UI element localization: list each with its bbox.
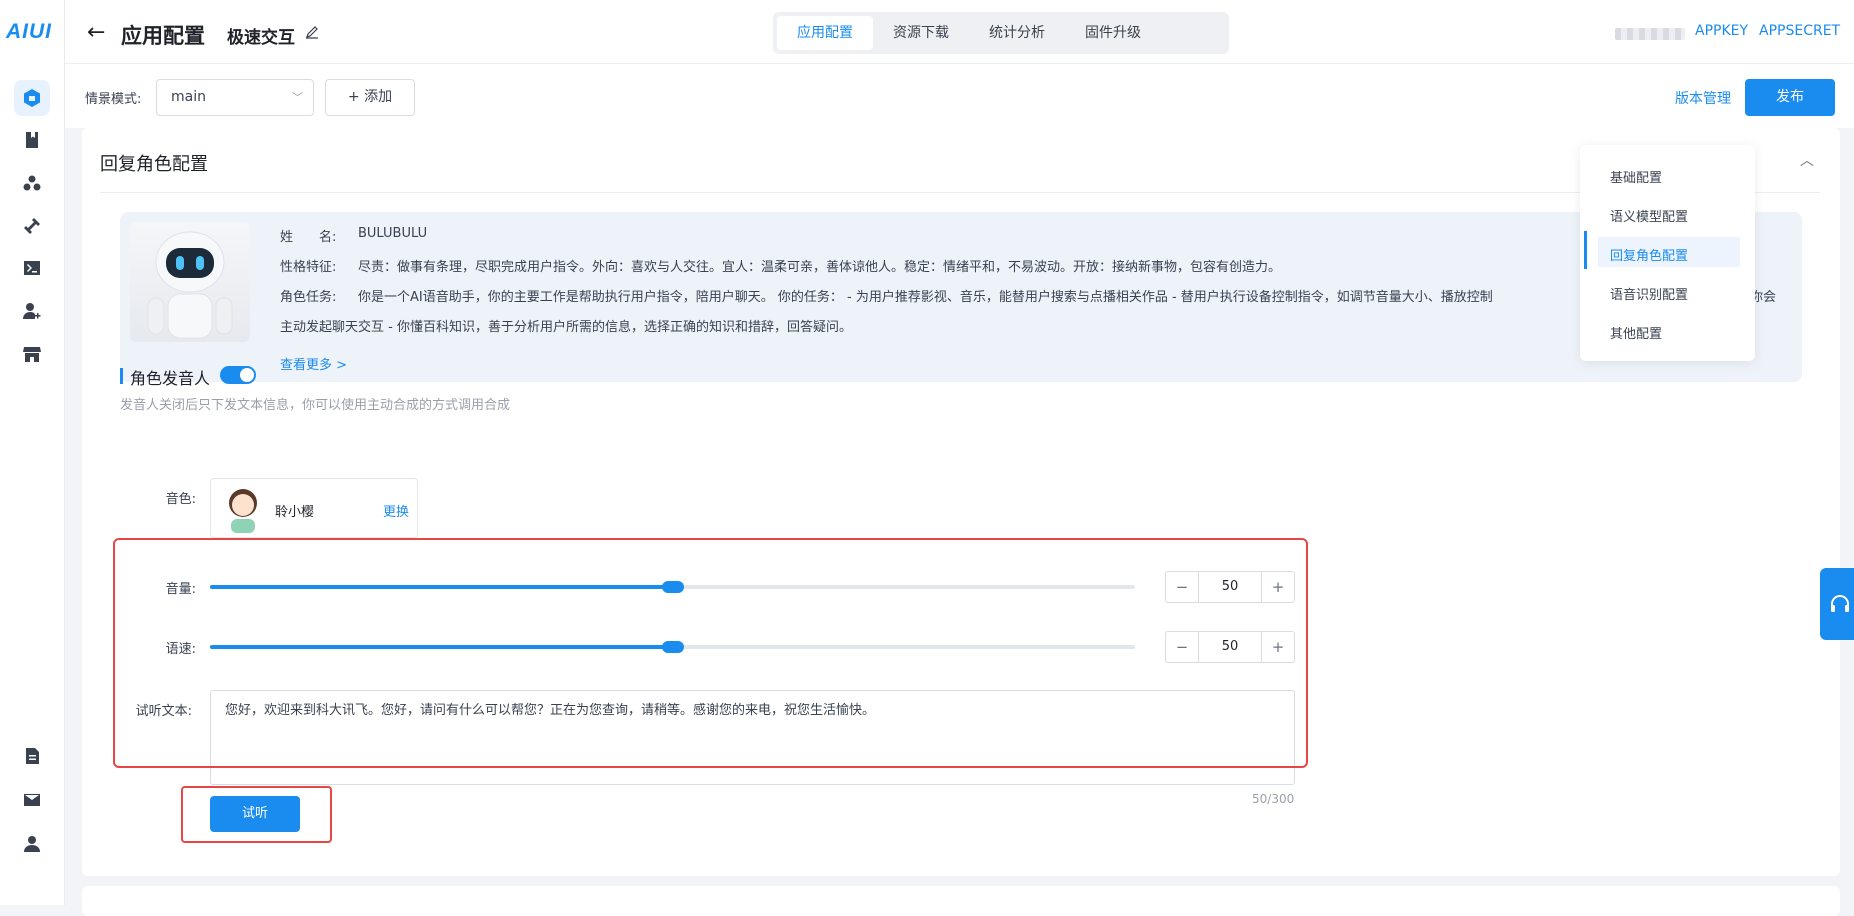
sidebar-item-app[interactable] [14, 80, 50, 116]
add-scene-button[interactable]: + 添加 [325, 79, 415, 116]
add-label: 添加 [364, 89, 393, 105]
sidebar-item-users[interactable] [14, 293, 50, 329]
appkey-link[interactable]: APPKEY [1695, 23, 1748, 39]
sidebar-item-docs[interactable] [14, 122, 50, 158]
edit-icon[interactable] [305, 25, 319, 39]
anchor-item-other[interactable]: 其他配置 [1610, 323, 1662, 342]
app-name: 极速交互 [227, 28, 295, 48]
document-icon [26, 748, 39, 764]
sidebar-item-doc[interactable] [14, 738, 50, 774]
sidebar-item-mail[interactable] [14, 782, 50, 818]
masked-account [1615, 28, 1685, 40]
tab-resource-download[interactable]: 资源下载 [873, 16, 969, 50]
headset-icon [1831, 595, 1849, 612]
role-info-box: 姓 名: BULUBULU 性格特征: 尽责：做事有条理，尽职完成用户指令。外向… [120, 212, 1802, 382]
voice-avatar-icon [229, 489, 257, 533]
version-manage-link[interactable]: 版本管理 [1675, 88, 1731, 108]
scene-select[interactable]: main ﹀ [156, 79, 314, 116]
user-icon [24, 836, 40, 852]
voice-label: 音色: [165, 492, 196, 507]
speaker-title: 角色发音人 [130, 369, 211, 388]
cube-icon [24, 89, 40, 107]
anchor-item-asr[interactable]: 语音识别配置 [1610, 284, 1688, 303]
divider [100, 192, 1820, 193]
char-counter: 50/300 [1252, 792, 1295, 806]
role-task-line1: 你是一个AI语音助手，你的主要工作是帮助执行用户指令，陪用户聊天。 你的任务： … [358, 290, 1493, 305]
anchor-item-role[interactable]: 回复角色配置 [1610, 245, 1688, 264]
tab-statistics[interactable]: 统计分析 [969, 16, 1065, 50]
top-bar: ← 应用配置 极速交互 应用配置 资源下载 统计分析 固件升级 APPKEY A… [65, 0, 1854, 64]
user-add-icon [23, 303, 41, 319]
role-task-line2: 主动发起聊天交互 - 你懂百科知识，善于分析用户所需的信息，选择正确的知识和措辞… [280, 320, 852, 335]
top-tabs: 应用配置 资源下载 统计分析 固件升级 [773, 12, 1229, 54]
anchor-item-semantic[interactable]: 语义模型配置 [1610, 206, 1688, 225]
voice-name: 聆小樱 [275, 505, 315, 520]
sidebar-item-console[interactable] [14, 250, 50, 286]
highlight-box-listen [181, 786, 332, 843]
sidebar-item-account[interactable] [14, 826, 50, 862]
support-float-button[interactable] [1820, 568, 1854, 640]
plus-icon: + [347, 89, 365, 105]
anchor-nav: 基础配置 语义模型配置 回复角色配置 语音识别配置 其他配置 [1580, 145, 1755, 361]
scene-toolbar: 情景模式: main ﹀ + 添加 版本管理 发布 [65, 64, 1854, 128]
role-trait: 尽责：做事有条理，尽职完成用户指令。外向：喜欢与人交往。宜人：温柔可亲，善体谅他… [358, 260, 1282, 275]
tab-firmware[interactable]: 固件升级 [1065, 16, 1161, 50]
terminal-icon [24, 261, 40, 275]
sidebar: AIUI [0, 0, 65, 905]
highlight-box-sliders [113, 538, 1308, 768]
role-name: BULUBULU [358, 226, 428, 241]
change-voice-link[interactable]: 更换 [383, 501, 409, 520]
robot-avatar [130, 222, 250, 342]
sidebar-item-skills[interactable] [14, 165, 50, 201]
next-card [82, 886, 1840, 916]
sidebar-item-plugins[interactable] [14, 208, 50, 244]
cluster-icon [23, 175, 41, 191]
chevron-down-icon: ﹀ [292, 91, 303, 104]
role-trait-label: 性格特征: [280, 260, 337, 275]
view-more-link[interactable]: 查看更多 > [280, 354, 347, 373]
aiui-logo: AIUI [6, 20, 52, 43]
plug-icon [24, 218, 40, 234]
page-title: 应用配置 [121, 24, 205, 48]
role-name-label: 姓 名: [280, 230, 337, 245]
publish-button[interactable]: 发布 [1745, 79, 1835, 116]
appsecret-link[interactable]: APPSECRET [1759, 23, 1840, 39]
role-task-label: 角色任务: [280, 290, 337, 305]
store-icon [23, 347, 41, 362]
mail-icon [24, 794, 40, 806]
anchor-item-basic[interactable]: 基础配置 [1610, 167, 1662, 186]
speaker-toggle[interactable] [220, 366, 256, 384]
sidebar-item-store[interactable] [14, 336, 50, 372]
voice-card: 聆小樱 更换 [210, 478, 418, 538]
back-arrow-icon[interactable]: ← [87, 20, 105, 45]
scene-label: 情景模式: [85, 92, 142, 107]
section-title: 回复角色配置 [100, 154, 208, 175]
toggle-knob [240, 368, 254, 382]
speaker-hint: 发音人关闭后只下发文本信息，你可以使用主动合成的方式调用合成 [120, 398, 511, 413]
collapse-icon[interactable]: ︿ [1800, 150, 1814, 170]
scene-value: main [171, 89, 206, 105]
tab-app-config[interactable]: 应用配置 [777, 16, 873, 50]
anchor-active-bar [1584, 231, 1587, 269]
robot-image [147, 231, 233, 339]
section-marker [120, 368, 123, 384]
book-icon [26, 132, 38, 148]
